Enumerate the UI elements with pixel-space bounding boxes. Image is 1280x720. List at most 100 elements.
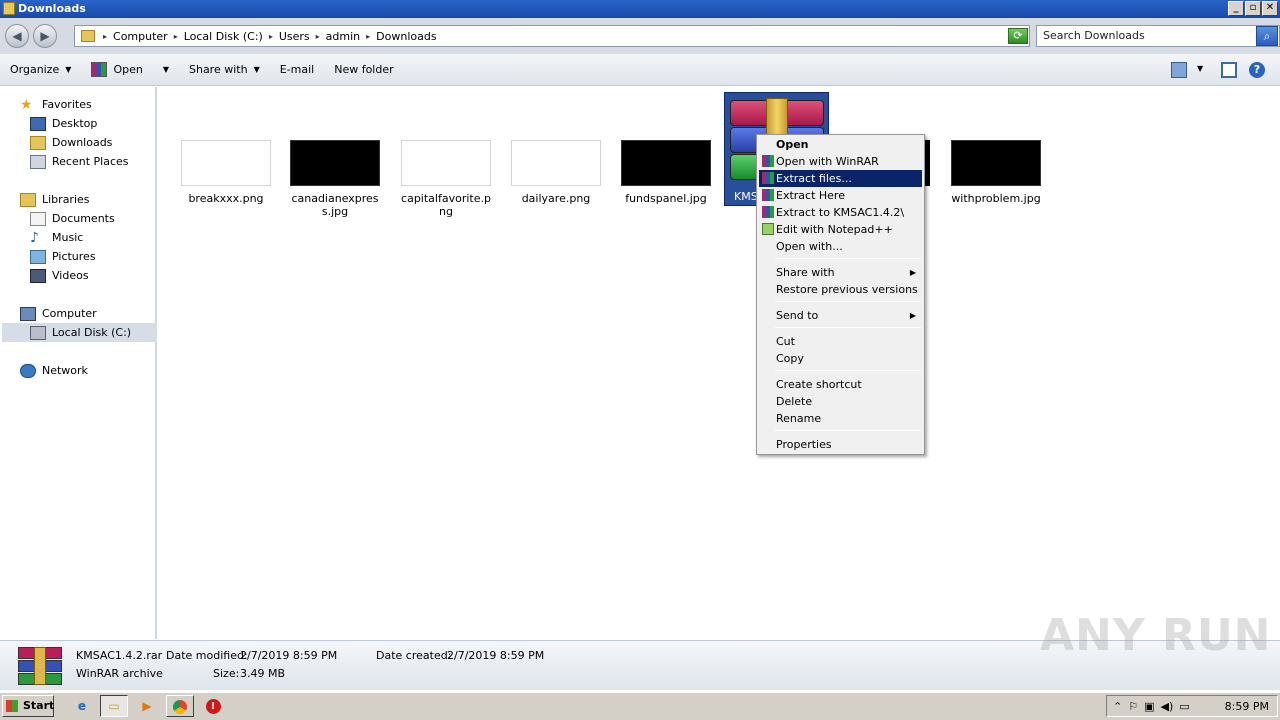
submenu-arrow-icon: ▶ xyxy=(909,268,916,277)
media-player-icon[interactable]: ▶ xyxy=(133,695,161,717)
show-hidden-icons-icon[interactable]: ⌃ xyxy=(1113,700,1122,713)
organize-label: Organize xyxy=(10,63,60,76)
open-label: Open xyxy=(113,63,143,76)
nav-music[interactable]: ♪ Music xyxy=(30,228,83,247)
context-menu: Open Open with WinRAR Extract files... E… xyxy=(756,134,925,455)
network-tray-icon[interactable]: ▣ xyxy=(1144,700,1154,713)
winrar-icon xyxy=(762,172,774,184)
recent-places-icon xyxy=(30,154,46,169)
forward-button[interactable]: ▶ xyxy=(33,24,57,48)
nav-libraries[interactable]: Libraries xyxy=(20,190,90,209)
file-item[interactable]: withproblem.jpg xyxy=(950,140,1042,205)
menu-item-copy[interactable]: Copy xyxy=(759,350,922,367)
breadcrumb-users[interactable]: Users xyxy=(279,30,310,43)
breadcrumb-local-disk[interactable]: Local Disk (C:) xyxy=(184,30,263,43)
file-item[interactable]: fundspanel.jpg xyxy=(620,140,712,205)
chevron-right-icon[interactable]: ▸ xyxy=(103,32,107,41)
nav-label: Computer xyxy=(42,307,97,320)
explorer-taskbar-button[interactable]: ▭ xyxy=(100,695,128,717)
search-icon[interactable]: ⌕ xyxy=(1256,26,1278,46)
details-size-label: Size: xyxy=(213,667,240,680)
address-bar[interactable]: ▸ Computer ▸ Local Disk (C:) ▸ Users ▸ a… xyxy=(74,25,1030,47)
breadcrumb-admin[interactable]: admin xyxy=(326,30,360,43)
menu-item-properties[interactable]: Properties xyxy=(759,436,922,453)
new-folder-button[interactable]: New folder xyxy=(324,58,403,82)
change-view-icon[interactable] xyxy=(1171,62,1187,78)
menu-item-create-shortcut[interactable]: Create shortcut xyxy=(759,376,922,393)
desktop-icon xyxy=(30,116,46,131)
file-item[interactable]: dailyare.png xyxy=(510,140,602,205)
menu-item-rename[interactable]: Rename xyxy=(759,410,922,427)
breadcrumb-downloads[interactable]: Downloads xyxy=(376,30,436,43)
back-button[interactable]: ◀ xyxy=(5,24,29,48)
nav-documents[interactable]: Documents xyxy=(30,209,115,228)
menu-item-send-to[interactable]: Send to ▶ xyxy=(759,307,922,324)
system-tray: ⌃ ⚐ ▣ ◀) ▭ 8:59 PM xyxy=(1106,695,1278,717)
documents-icon xyxy=(30,211,46,226)
menu-item-edit-notepad[interactable]: Edit with Notepad++ xyxy=(759,221,922,238)
menu-item-open[interactable]: Open xyxy=(759,136,922,153)
chevron-right-icon[interactable]: ▸ xyxy=(316,32,320,41)
winrar-archive-icon xyxy=(18,647,62,685)
menu-item-share-with[interactable]: Share with ▶ xyxy=(759,264,922,281)
selected-file-name: KMS xyxy=(734,190,758,203)
chevron-down-icon: ▼ xyxy=(65,65,72,74)
chrome-icon[interactable] xyxy=(166,695,194,717)
nav-recent-places[interactable]: Recent Places xyxy=(30,152,129,171)
folder-icon xyxy=(81,30,95,42)
preview-pane-icon[interactable] xyxy=(1221,62,1237,78)
breadcrumb-computer[interactable]: Computer xyxy=(113,30,168,43)
chevron-down-icon[interactable]: ▼ xyxy=(1197,64,1203,73)
email-button[interactable]: E-mail xyxy=(270,58,325,82)
menu-item-label: Edit with Notepad++ xyxy=(776,223,893,236)
power-icon[interactable]: ▭ xyxy=(1179,700,1189,713)
nav-computer[interactable]: Computer xyxy=(20,304,97,323)
nav-label: Local Disk (C:) xyxy=(52,326,132,339)
downloads-folder-icon xyxy=(30,135,46,150)
menu-item-cut[interactable]: Cut xyxy=(759,333,922,350)
chevron-right-icon[interactable]: ▸ xyxy=(366,32,370,41)
menu-item-open-with[interactable]: Open with... xyxy=(759,238,922,255)
file-item[interactable]: capitalfavorite.png xyxy=(400,140,492,218)
menu-item-restore-previous-versions[interactable]: Restore previous versions xyxy=(759,281,922,298)
nav-downloads[interactable]: Downloads xyxy=(30,133,112,152)
nav-label: Videos xyxy=(52,269,89,282)
maximize-button[interactable]: ▫ xyxy=(1245,1,1261,16)
nav-label: Network xyxy=(42,364,88,377)
share-with-button[interactable]: Share with ▼ xyxy=(179,58,270,82)
menu-item-open-with-winrar[interactable]: Open with WinRAR xyxy=(759,153,922,170)
file-name: dailyare.png xyxy=(521,192,591,205)
search-input[interactable]: Search Downloads xyxy=(1036,25,1280,47)
menu-item-extract-here[interactable]: Extract Here xyxy=(759,187,922,204)
close-button[interactable]: ✕ xyxy=(1262,1,1278,16)
nav-network[interactable]: Network xyxy=(20,361,88,380)
file-item[interactable]: canadianexpress.jpg xyxy=(289,140,381,218)
nav-videos[interactable]: Videos xyxy=(30,266,89,285)
menu-item-delete[interactable]: Delete xyxy=(759,393,922,410)
details-file-type: WinRAR archive xyxy=(76,667,163,680)
internet-explorer-icon[interactable]: e xyxy=(68,695,96,717)
window-title-bar[interactable]: Downloads xyxy=(0,0,1280,18)
menu-item-extract-files[interactable]: Extract files... xyxy=(759,170,922,187)
refresh-button[interactable]: ⟳ xyxy=(1008,28,1028,44)
nav-local-disk[interactable]: Local Disk (C:) xyxy=(2,323,157,342)
chevron-right-icon[interactable]: ▸ xyxy=(269,32,273,41)
menu-item-label: Extract Here xyxy=(776,189,845,202)
chevron-right-icon[interactable]: ▸ xyxy=(174,32,178,41)
clock[interactable]: 8:59 PM xyxy=(1225,700,1269,713)
nav-pictures[interactable]: Pictures xyxy=(30,247,96,266)
chevron-down-icon[interactable]: ▼ xyxy=(163,65,169,74)
menu-item-label: Extract files... xyxy=(776,172,852,185)
volume-icon[interactable]: ◀) xyxy=(1161,700,1174,713)
nav-favorites[interactable]: ★ Favorites xyxy=(20,95,92,114)
nav-desktop[interactable]: Desktop xyxy=(30,114,97,133)
help-icon[interactable]: ? xyxy=(1249,62,1265,78)
libraries-icon xyxy=(20,192,36,207)
stop-sign-icon[interactable]: ! xyxy=(199,695,227,717)
flag-icon[interactable]: ⚐ xyxy=(1128,700,1138,713)
organize-button[interactable]: Organize ▼ xyxy=(0,58,81,82)
file-item[interactable]: breakxxx.png xyxy=(180,140,272,205)
menu-item-extract-to[interactable]: Extract to KMSAC1.4.2\ xyxy=(759,204,922,221)
minimize-button[interactable]: _ xyxy=(1228,1,1244,16)
open-button[interactable]: Open ▼ xyxy=(81,58,179,82)
